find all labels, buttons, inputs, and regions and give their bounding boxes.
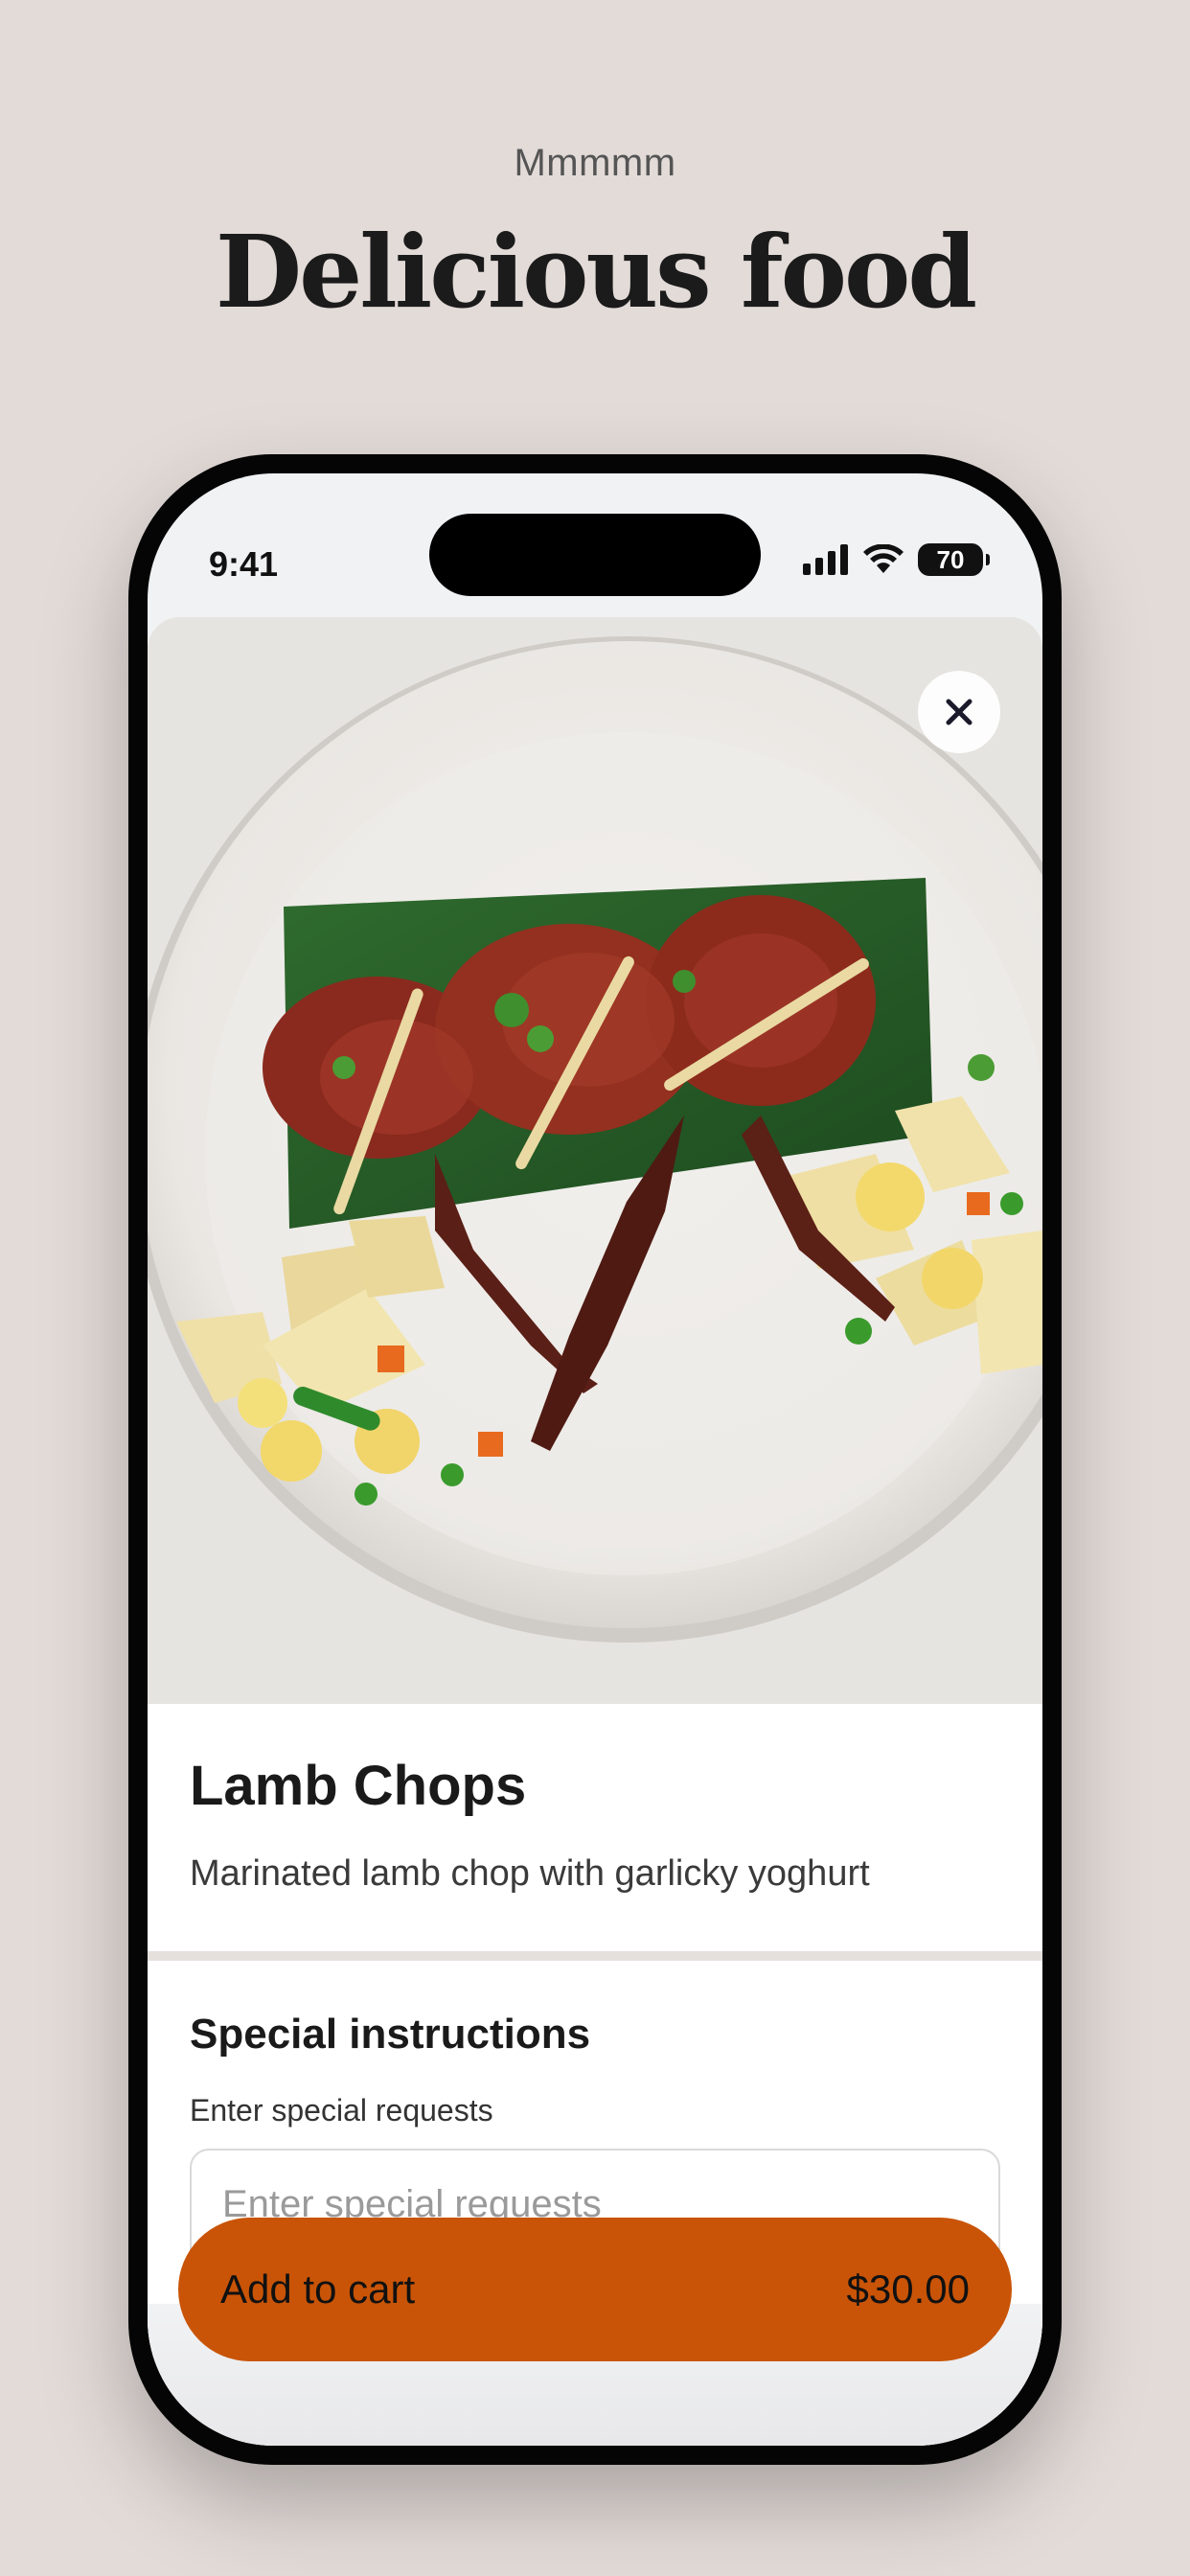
close-button[interactable] — [918, 671, 1000, 753]
status-icons: 70 — [803, 540, 990, 579]
add-to-cart-label: Add to cart — [220, 2266, 416, 2312]
close-icon — [946, 699, 973, 725]
special-requests-label: Enter special requests — [190, 2093, 493, 2128]
status-time: 9:41 — [209, 544, 279, 584]
add-to-cart-button[interactable]: Add to cart $30.00 — [178, 2218, 1012, 2361]
item-description: Marinated lamb chop with garlicky yoghur… — [190, 1853, 870, 1894]
product-sheet: Lamb Chops Marinated lamb chop with garl… — [148, 617, 1042, 2446]
lamb-chops-photo — [148, 617, 1042, 1704]
battery-icon: 70 — [918, 543, 990, 576]
special-instructions-title: Special instructions — [190, 2011, 591, 2058]
wifi-icon — [863, 544, 904, 573]
section-divider — [148, 1951, 1042, 1961]
cart-price: $30.00 — [846, 2266, 970, 2312]
phone-frame: 9:41 70 Lamb Chops Marinated lamb chop w… — [128, 454, 1062, 2465]
item-title: Lamb Chops — [190, 1755, 527, 1817]
phone-screen: 9:41 70 Lamb Chops Marinated lamb chop w… — [148, 473, 1042, 2446]
page-eyebrow: Mmmmm — [514, 142, 676, 184]
page-title: Delicious food — [215, 213, 977, 331]
dynamic-island — [429, 514, 761, 596]
food-illustration — [148, 617, 1042, 1704]
cellular-signal-icon — [803, 544, 848, 575]
